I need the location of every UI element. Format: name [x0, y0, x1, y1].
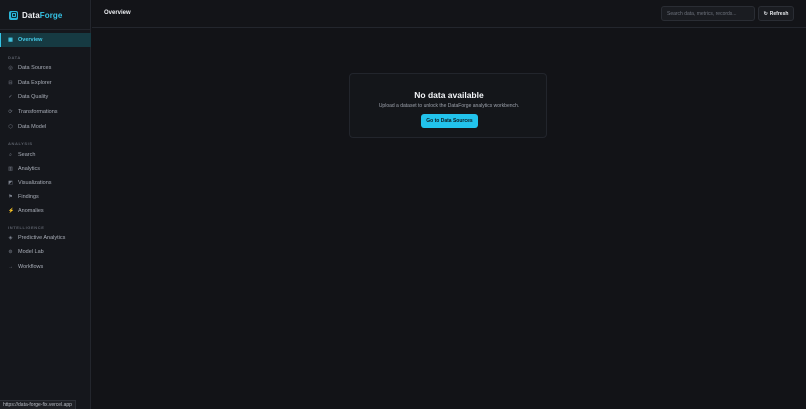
header: Overview ↻ Refresh	[92, 0, 806, 28]
sidebar-item-label: Anomalies	[18, 208, 44, 214]
sidebar-item-search[interactable]: ⌕ Search	[0, 148, 91, 162]
status-bar-url: https://data-forge-fix.vercel.app	[0, 400, 76, 409]
empty-state-card: No data available Upload a dataset to un…	[349, 73, 547, 138]
section-label-data: DATA	[8, 55, 21, 60]
arrow-icon: →	[8, 264, 13, 270]
sidebar-item-label: Model Lab	[18, 249, 44, 255]
brand-name: DataForge	[22, 11, 62, 20]
sidebar-item-label: Data Model	[18, 124, 47, 130]
sidebar-item-predictive-analytics[interactable]: ◈ Predictive Analytics	[0, 231, 91, 245]
go-to-data-sources-button[interactable]: Go to Data Sources	[421, 114, 478, 128]
search-icon: ⌕	[9, 152, 12, 158]
lightning-icon: ⚡	[8, 208, 15, 214]
sidebar-item-anomalies[interactable]: ⚡ Anomalies	[0, 204, 91, 218]
sidebar-item-model-lab[interactable]: ⊚ Model Lab	[0, 245, 91, 259]
sidebar-item-label: Data Sources	[18, 65, 52, 71]
refresh-label: Refresh	[769, 10, 789, 17]
sidebar-item-label: Predictive Analytics	[18, 235, 66, 241]
sidebar-item-data-explorer[interactable]: ⊟ Data Explorer	[0, 76, 91, 90]
search-input[interactable]	[661, 6, 755, 21]
grid-icon: ▦	[8, 37, 13, 43]
empty-state-title: No data available	[414, 90, 484, 100]
refresh-icon: ↻	[763, 10, 768, 17]
sidebar-item-label: Transformations	[18, 109, 58, 115]
sidebar-item-transformations[interactable]: ⟳ Transformations	[0, 105, 91, 119]
section-label-intelligence: INTELLIGENCE	[8, 225, 45, 230]
dataforge-logo-icon	[9, 10, 18, 20]
refresh-button[interactable]: ↻ Refresh	[758, 6, 794, 21]
model-icon: ⬡	[8, 124, 13, 130]
page-title: Overview	[104, 10, 131, 16]
database-icon: ◎	[8, 65, 13, 71]
transform-icon: ⟳	[8, 109, 13, 115]
sidebar-item-label: Data Quality	[18, 94, 49, 100]
sidebar-item-data-sources[interactable]: ◎ Data Sources	[0, 61, 91, 75]
sidebar-item-analytics[interactable]: ▥ Analytics	[0, 162, 91, 176]
sparkle-icon: ◈	[8, 235, 13, 241]
sidebar-item-label: Analytics	[18, 166, 41, 172]
sidebar-item-data-model[interactable]: ⬡ Data Model	[0, 120, 91, 134]
check-icon: ✓	[8, 94, 13, 100]
sidebar-item-label: Overview	[18, 37, 43, 43]
brand-name-accent: Forge	[39, 10, 63, 20]
sidebar-item-label: Data Explorer	[18, 80, 52, 86]
sidebar-item-workflows[interactable]: → Workflows	[0, 260, 91, 274]
sidebar-item-label: Workflows	[18, 264, 44, 270]
sidebar-item-label: Visualizations	[18, 180, 52, 186]
table-icon: ⊟	[8, 80, 13, 86]
brand[interactable]: DataForge	[9, 9, 62, 21]
sidebar-item-data-quality[interactable]: ✓ Data Quality	[0, 90, 91, 104]
section-label-analysis: ANALYSIS	[8, 141, 33, 146]
empty-state-description: Upload a dataset to unlock the DataForge…	[378, 103, 520, 109]
image-icon: ◩	[8, 180, 13, 186]
lab-icon: ⊚	[8, 249, 13, 255]
brand-name-main: Data	[22, 10, 40, 20]
sidebar-item-findings[interactable]: ⚑ Findings	[0, 190, 91, 204]
sidebar-item-overview[interactable]: ▦ Overview	[0, 33, 91, 47]
bar-chart-icon: ▥	[8, 166, 13, 172]
flag-icon: ⚑	[8, 194, 13, 200]
sidebar-item-visualizations[interactable]: ◩ Visualizations	[0, 176, 91, 190]
sidebar-item-label: Findings	[18, 194, 39, 200]
sidebar-item-label: Search	[18, 152, 36, 158]
sidebar: DataForge ▦ Overview DATA ◎ Data Sources…	[0, 0, 91, 409]
sidebar-divider	[0, 29, 91, 30]
